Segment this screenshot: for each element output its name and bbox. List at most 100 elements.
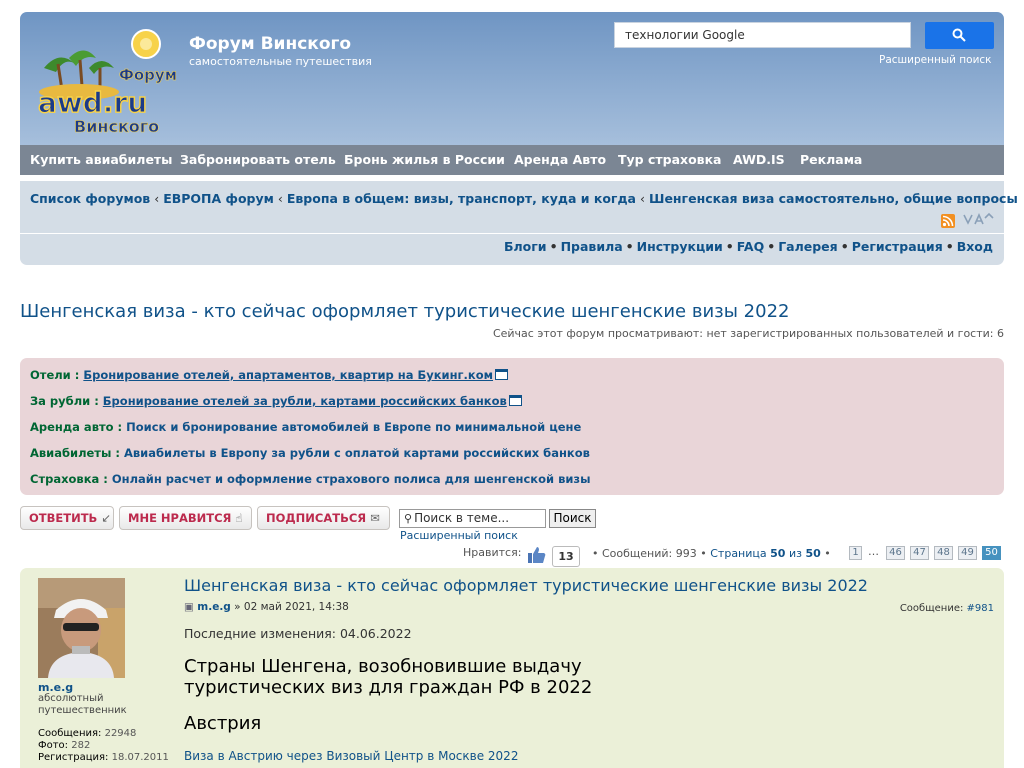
ad-link-car[interactable]: Поиск и бронирование автомобилей в Европ… [126, 420, 581, 434]
thumbs-up-icon[interactable] [527, 545, 547, 565]
ad-label: За рубли [30, 394, 91, 408]
post-meta-author[interactable]: m.e.g [197, 601, 231, 613]
breadcrumb-europe-general[interactable]: Европа в общем: визы, транспорт, куда и … [287, 191, 636, 206]
post-author-info: Сообщения: 22948 Фото: 282 Регистрация: … [38, 728, 169, 764]
post-meta: ▣ m.e.g » 02 май 2021, 14:38 [184, 601, 349, 613]
posts-label: Сообщений: [602, 547, 673, 560]
breadcrumb-schengen[interactable]: Шенгенская виза самостоятельно, общие во… [649, 191, 1018, 206]
nav-car-rental[interactable]: Аренда Авто [514, 152, 606, 167]
reply-button-label: ОТВЕТИТЬ [29, 511, 98, 525]
post-last-edited: Последние изменения: 04.06.2022 [184, 626, 412, 641]
subscribe-button[interactable]: ПОДПИСАТЬСЯ ✉ [257, 506, 390, 530]
site-description: самостоятельные путешествия [189, 55, 372, 68]
main-nav: Купить авиабилеты Забронировать отель Бр… [20, 145, 1004, 175]
link-login[interactable]: Вход [957, 239, 993, 254]
breadcrumb-divider [20, 233, 1004, 234]
page-link-1[interactable]: 1 [849, 546, 862, 560]
post: m.e.g абсолютный путешественник Сообщени… [20, 568, 1004, 768]
nav-insurance[interactable]: Тур страховка [618, 152, 722, 167]
rss-icon[interactable] [941, 214, 955, 228]
page-link-47[interactable]: 47 [910, 546, 929, 560]
post-country-heading: Австрия [184, 713, 262, 734]
topic-advanced-search-link[interactable]: Расширенный поиск [400, 529, 518, 542]
page-of: из [788, 547, 802, 560]
ad-link-insurance[interactable]: Онлайн расчет и оформление страхового по… [112, 472, 591, 486]
svg-text:Форум: Форум [119, 66, 177, 84]
likes-count: 13 [552, 546, 580, 567]
bullet: • [824, 547, 831, 560]
ad-row: Аренда авто : Поиск и бронирование автом… [30, 420, 582, 434]
envelope-icon: ✉ [370, 511, 380, 525]
link-gallery[interactable]: Галерея [778, 239, 838, 254]
post-number: Сообщение: #981 [900, 603, 994, 614]
font-size-icon[interactable] [963, 212, 995, 229]
topic-search-input[interactable]: ⚲ Поиск в теме... [399, 509, 546, 528]
author-reg-value: 18.07.2011 [111, 752, 169, 763]
site-header: Форум awd.ru Винского Форум Винского сам… [20, 12, 1004, 145]
author-photos-value: 282 [71, 740, 91, 751]
post-title[interactable]: Шенгенская виза - кто сейчас оформляет т… [184, 576, 868, 595]
google-search-button[interactable] [925, 22, 994, 49]
post-visa-link[interactable]: Виза в Австрию через Визовый Центр в Мос… [184, 749, 518, 763]
page-link-46[interactable]: 46 [886, 546, 905, 560]
page-ellipsis: … [868, 545, 879, 558]
reply-icon: ↙ [101, 511, 111, 525]
link-instructions[interactable]: Инструкции [637, 239, 723, 254]
ad-row: Страховка : Онлайн расчет и оформление с… [30, 472, 591, 486]
header-advanced-search-link[interactable]: Расширенный поиск [879, 54, 992, 66]
page-link-49[interactable]: 49 [958, 546, 977, 560]
link-rules[interactable]: Правила [561, 239, 623, 254]
author-photos-label: Фото: [38, 740, 69, 751]
ad-panel: Отели : Бронирование отелей, апартаменто… [20, 358, 1004, 495]
bullet: • [945, 239, 954, 254]
svg-text:Винского: Винского [74, 117, 159, 136]
post-number-label: Сообщение: [899, 603, 964, 614]
post-author-rank: абсолютный путешественник [38, 693, 127, 716]
nav-buy-tickets[interactable]: Купить авиабилеты [30, 152, 172, 167]
page-total: 50 [805, 547, 821, 560]
ad-link-flights[interactable]: Авиабилеты в Европу за рубли с оплатой к… [124, 446, 590, 460]
forum-logo[interactable]: Форум awd.ru Винского [34, 28, 184, 136]
forum-viewers: Сейчас этот форум просматривают: нет зар… [492, 327, 1004, 340]
google-search-placeholder: технологии Google [625, 28, 745, 42]
svg-text:awd.ru: awd.ru [38, 86, 147, 119]
reply-button[interactable]: ОТВЕТИТЬ ↙ [20, 506, 114, 530]
posts-count: 993 [675, 547, 697, 560]
topic-title[interactable]: Шенгенская виза - кто сейчас оформляет т… [20, 301, 789, 322]
topic-search-button[interactable]: Поиск [549, 509, 596, 528]
bullet: • [767, 239, 776, 254]
like-button[interactable]: МНЕ НРАВИТСЯ ☝ [119, 506, 252, 530]
subscribe-button-label: ПОДПИСАТЬСЯ [266, 511, 367, 525]
new-window-icon [495, 369, 509, 380]
ad-label: Аренда авто [30, 420, 114, 434]
google-search-input[interactable]: технологии Google [614, 22, 911, 48]
ad-row: Авиабилеты : Авиабилеты в Европу за рубл… [30, 446, 590, 460]
nav-book-hotel[interactable]: Забронировать отель [180, 152, 336, 167]
ad-row: За рубли : Бронирование отелей за рубли,… [30, 394, 522, 408]
breadcrumb-separator: ‹ [640, 191, 645, 206]
user-links: Блоги • Правила • Инструкции • FAQ • Галерея • Рег… [504, 239, 993, 254]
bullet: • [725, 239, 734, 254]
page-link-50-current[interactable]: 50 [982, 546, 1001, 560]
breadcrumb-europe[interactable]: ЕВРОПА форум [163, 191, 274, 206]
new-window-icon [508, 395, 522, 406]
breadcrumb-forum-list[interactable]: Список форумов [30, 191, 150, 206]
link-register[interactable]: Регистрация [852, 239, 943, 254]
page-link-48[interactable]: 48 [934, 546, 953, 560]
ad-link-hotels[interactable]: Бронирование отелей, апартаментов, кварт… [83, 368, 493, 382]
ad-link-rubles[interactable]: Бронирование отелей за рубли, картами ро… [103, 394, 507, 408]
avatar[interactable] [38, 578, 125, 678]
post-number-link[interactable]: #981 [967, 603, 994, 614]
page-label: Страница [710, 547, 767, 560]
bullet: • [840, 239, 849, 254]
bullet: • [625, 239, 634, 254]
nav-russia-housing[interactable]: Бронь жилья в России [344, 152, 505, 167]
site-title[interactable]: Форум Винского [189, 34, 351, 54]
nav-advertising[interactable]: Реклама [800, 152, 862, 167]
breadcrumb-panel: Список форумов ‹ ЕВРОПА форум ‹ Европа в общ… [20, 181, 1018, 265]
link-faq[interactable]: FAQ [737, 239, 764, 254]
nav-awd-is[interactable]: AWD.IS [733, 152, 785, 167]
hand-icon: ☝ [235, 511, 243, 525]
bullet: • [592, 547, 602, 560]
link-blogs[interactable]: Блоги [504, 239, 547, 254]
